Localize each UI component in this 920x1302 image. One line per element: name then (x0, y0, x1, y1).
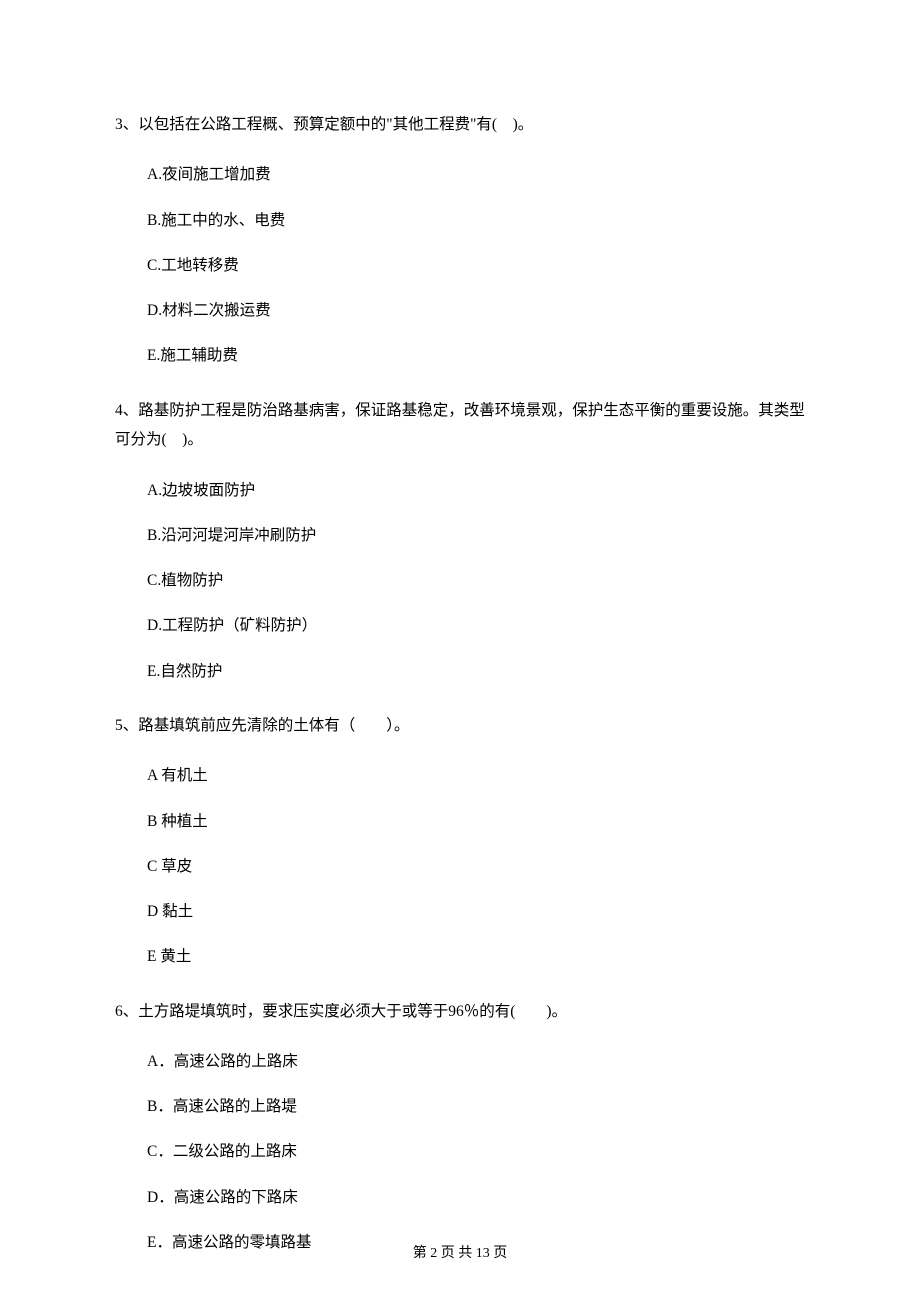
option-d: D.材料二次搬运费 (147, 299, 805, 322)
option-d: D．高速公路的下路床 (147, 1186, 805, 1209)
document-content: 3、以包括在公路工程概、预算定额中的"其他工程费"有( )。 A.夜间施工增加费… (0, 0, 920, 1254)
option-d: D 黏土 (147, 900, 805, 923)
option-e: E.施工辅助费 (147, 344, 805, 367)
option-a: A 有机土 (147, 764, 805, 787)
option-c: C．二级公路的上路床 (147, 1140, 805, 1163)
question-4: 4、路基防护工程是防治路基病害，保证路基稳定，改善环境景观，保护生态平衡的重要设… (115, 396, 805, 683)
question-options: A．高速公路的上路床 B．高速公路的上路堤 C．二级公路的上路床 D．高速公路的… (115, 1050, 805, 1254)
question-5: 5、路基填筑前应先清除的土体有（ ）。 A 有机土 B 种植土 C 草皮 D 黏… (115, 711, 805, 969)
option-c: C.植物防护 (147, 569, 805, 592)
option-e: E.自然防护 (147, 660, 805, 683)
option-a: A．高速公路的上路床 (147, 1050, 805, 1073)
question-options: A.夜间施工增加费 B.施工中的水、电费 C.工地转移费 D.材料二次搬运费 E… (115, 163, 805, 367)
option-c: C.工地转移费 (147, 254, 805, 277)
option-b: B.沿河河堤河岸冲刷防护 (147, 524, 805, 547)
question-stem: 3、以包括在公路工程概、预算定额中的"其他工程费"有( )。 (115, 110, 805, 139)
question-3: 3、以包括在公路工程概、预算定额中的"其他工程费"有( )。 A.夜间施工增加费… (115, 110, 805, 368)
option-c: C 草皮 (147, 855, 805, 878)
question-stem: 6、土方路堤填筑时，要求压实度必须大于或等于96％的有( )。 (115, 997, 805, 1026)
option-d: D.工程防护（矿料防护） (147, 614, 805, 637)
option-a: A.夜间施工增加费 (147, 163, 805, 186)
question-options: A.边坡坡面防护 B.沿河河堤河岸冲刷防护 C.植物防护 D.工程防护（矿料防护… (115, 479, 805, 683)
page-footer: 第 2 页 共 13 页 (0, 1242, 920, 1262)
option-e: E 黄土 (147, 945, 805, 968)
option-b: B 种植土 (147, 810, 805, 833)
question-options: A 有机土 B 种植土 C 草皮 D 黏土 E 黄土 (115, 764, 805, 968)
option-a: A.边坡坡面防护 (147, 479, 805, 502)
option-b: B．高速公路的上路堤 (147, 1095, 805, 1118)
option-b: B.施工中的水、电费 (147, 209, 805, 232)
question-6: 6、土方路堤填筑时，要求压实度必须大于或等于96％的有( )。 A．高速公路的上… (115, 997, 805, 1255)
question-stem: 4、路基防护工程是防治路基病害，保证路基稳定，改善环境景观，保护生态平衡的重要设… (115, 396, 805, 455)
question-stem: 5、路基填筑前应先清除的土体有（ ）。 (115, 711, 805, 740)
